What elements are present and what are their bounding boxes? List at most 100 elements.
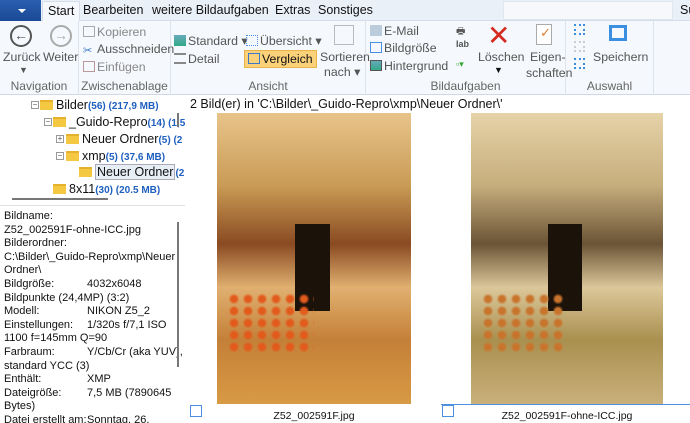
select-none-icon[interactable] bbox=[574, 41, 585, 52]
file-name: Z52_002591F.jpg bbox=[273, 410, 355, 422]
tab-weitere-bildaufgaben[interactable]: weitere Bildaufgaben bbox=[152, 3, 269, 17]
invert-selection-icon[interactable] bbox=[574, 58, 585, 69]
group-label: Zwischenablage bbox=[81, 79, 168, 93]
tab-bearbeiten[interactable]: Bearbeiten bbox=[83, 3, 143, 17]
tree-horizontal-scrollbar[interactable] bbox=[12, 198, 108, 200]
detail-label: Detail bbox=[188, 52, 220, 66]
search-input[interactable] bbox=[503, 1, 673, 20]
size-label: Bildgröße bbox=[384, 41, 437, 55]
forward-button[interactable]: Weiter bbox=[43, 50, 78, 64]
info-label: Datei erstellt am: bbox=[4, 414, 87, 423]
clipboard-icon bbox=[83, 61, 95, 72]
compare-icon bbox=[248, 53, 260, 64]
flowers bbox=[226, 293, 314, 352]
tree-count: (5) (2 bbox=[158, 135, 183, 146]
group-label: Bildaufgaben bbox=[430, 79, 501, 93]
group-view: Standard ▾ Detail Übersicht ▾ Vergleich … bbox=[171, 21, 370, 95]
tree-item-neuer-ordner-selected[interactable]: Neuer Ordner (2 bbox=[79, 164, 185, 180]
folder-caption: 2 Bild(er) in 'C:\Bilder\_Guido-Repro\xm… bbox=[190, 97, 503, 111]
email-label: E-Mail bbox=[384, 24, 419, 38]
copy-button[interactable]: Kopieren bbox=[83, 25, 146, 39]
folder-icon bbox=[53, 117, 66, 127]
tree-count: (14) (1,5 bbox=[147, 118, 185, 129]
back-button[interactable]: Zurück bbox=[3, 50, 41, 64]
info-scrollbar[interactable] bbox=[177, 222, 179, 367]
standard-label: Standard bbox=[188, 34, 238, 48]
tree-label: Neuer Ordner bbox=[95, 164, 176, 180]
tree-item-xmp[interactable]: xmp(5) (37,6 MB) bbox=[66, 149, 165, 163]
tree-label: xmp bbox=[82, 149, 106, 163]
properties-button[interactable]: Eigen- bbox=[530, 50, 566, 64]
collapse-toggle[interactable]: − bbox=[31, 101, 39, 109]
tab-start[interactable]: Start bbox=[42, 1, 81, 22]
paste-button[interactable]: Einfügen bbox=[83, 60, 146, 74]
tree-count: (5) (37,6 MB) bbox=[105, 152, 166, 163]
collapse-toggle[interactable]: − bbox=[44, 118, 52, 126]
folder-icon bbox=[53, 184, 66, 194]
group-label: Auswahl bbox=[586, 79, 633, 93]
forward-arrow-icon: → bbox=[50, 25, 72, 47]
cut-button[interactable]: ✂ Ausschneiden bbox=[83, 42, 175, 57]
convert-icon[interactable]: ▫▾ bbox=[456, 59, 464, 70]
sort-button-line2[interactable]: nach ▾ bbox=[324, 65, 360, 79]
selection-border bbox=[441, 404, 690, 405]
ribbon: ← Zurück ▼ → Weiter Navigation Kopieren … bbox=[0, 20, 690, 95]
compare-button[interactable]: Vergleich bbox=[244, 50, 317, 68]
tree-item-bilder[interactable]: Bilder(56) (217,9 MB) bbox=[40, 98, 159, 112]
select-all-icon[interactable] bbox=[574, 24, 585, 35]
properties-icon: ✓ bbox=[536, 24, 552, 45]
tree-count: (30) (20.5 MB) bbox=[95, 185, 161, 196]
paste-label: Einfügen bbox=[97, 60, 146, 74]
sort-button[interactable]: Sortieren bbox=[320, 50, 370, 64]
image-info-panel: Bildname: Z52_002591F-ohne-ICC.jpg Bildero… bbox=[0, 205, 185, 423]
tab-sonstiges[interactable]: Sonstiges bbox=[318, 3, 373, 17]
tree-label: Bilder bbox=[56, 98, 88, 112]
image-thumbnail[interactable] bbox=[217, 113, 411, 404]
collapse-toggle[interactable]: − bbox=[56, 152, 64, 160]
app-menu-button[interactable] bbox=[0, 0, 41, 21]
expand-toggle[interactable]: + bbox=[56, 135, 64, 143]
delete-x-icon: ✕ bbox=[487, 20, 511, 51]
sort-label: nach bbox=[324, 65, 351, 79]
copy-icon bbox=[83, 26, 95, 37]
tree-label: _Guido-Repro bbox=[69, 115, 148, 129]
scissors-icon: ✂ bbox=[83, 45, 93, 57]
tree-count: (2 bbox=[175, 168, 185, 179]
image-thumbnail[interactable] bbox=[471, 113, 663, 404]
tab-extras[interactable]: Extras bbox=[275, 3, 310, 17]
save-selection-button[interactable]: Speichern bbox=[593, 50, 648, 64]
folder-icon bbox=[66, 151, 79, 161]
background-button[interactable]: Hintergrund bbox=[370, 59, 448, 73]
rename-icon[interactable]: Iab bbox=[456, 39, 469, 49]
background-label: Hintergrund bbox=[384, 59, 449, 73]
delete-button[interactable]: Löschen bbox=[478, 50, 525, 64]
folder-icon bbox=[40, 100, 53, 110]
copy-label: Kopieren bbox=[97, 25, 147, 39]
detail-view-button[interactable]: Detail bbox=[174, 52, 219, 66]
sort-icon bbox=[334, 25, 354, 45]
group-label: Ansicht bbox=[248, 79, 288, 93]
cut-label: Ausschneiden bbox=[97, 42, 175, 56]
tree-label: 8x11 bbox=[69, 182, 96, 196]
email-button[interactable]: E-Mail bbox=[370, 24, 419, 38]
search-label[interactable]: Suchen bbox=[680, 3, 690, 17]
save-selection-icon bbox=[609, 25, 627, 41]
image-icon bbox=[174, 35, 186, 46]
chevron-down-icon[interactable]: ▼ bbox=[494, 65, 503, 75]
select-checkbox[interactable] bbox=[442, 405, 454, 417]
folder-tree: − Bilder(56) (217,9 MB) − _Guido-Repro(1… bbox=[0, 95, 185, 201]
image-size-button[interactable]: Bildgröße bbox=[370, 41, 437, 55]
grid-icon bbox=[246, 35, 258, 46]
tree-item-guido-repro[interactable]: _Guido-Repro(14) (1,5 bbox=[53, 115, 185, 129]
group-image-tasks: E-Mail Bildgröße Hintergrund 🖶 Iab ▫▾ ✕ … bbox=[366, 20, 573, 95]
email-icon bbox=[370, 25, 382, 36]
group-navigation: ← Zurück ▼ → Weiter Navigation bbox=[0, 21, 79, 95]
overview-button[interactable]: Übersicht ▾ bbox=[246, 34, 322, 48]
tree-scrollbar[interactable] bbox=[177, 113, 179, 127]
standard-view-button[interactable]: Standard ▾ bbox=[174, 34, 248, 48]
compare-label: Vergleich bbox=[262, 52, 313, 66]
tree-item-neuer-ordner[interactable]: Neuer Ordner(5) (2 bbox=[66, 132, 182, 146]
select-checkbox[interactable] bbox=[190, 405, 202, 417]
chevron-down-icon[interactable]: ▼ bbox=[19, 65, 28, 75]
tree-item-8x11[interactable]: 8x11(30) (20.5 MB) bbox=[53, 182, 160, 196]
